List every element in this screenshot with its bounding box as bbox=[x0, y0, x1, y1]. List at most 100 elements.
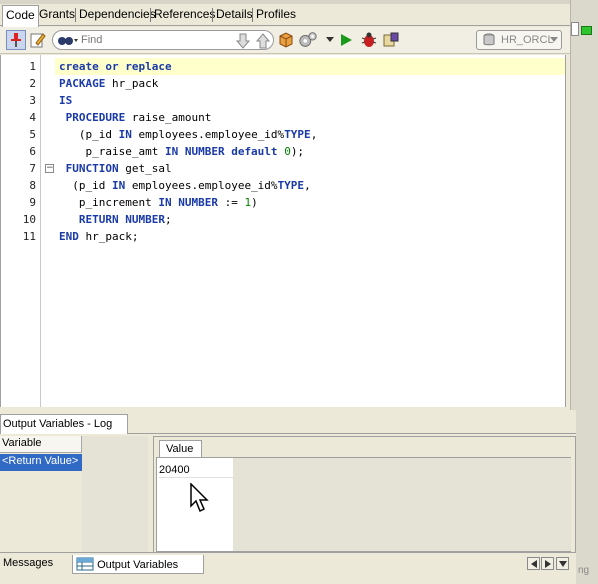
variables-list-empty-area bbox=[82, 436, 148, 558]
pin-icon bbox=[11, 33, 21, 47]
tab-bar-strip bbox=[0, 0, 570, 4]
editor-toolbar: HR_ORCL bbox=[0, 27, 570, 54]
code-line[interactable]: PROCEDURE raise_amount bbox=[59, 109, 212, 126]
code-line[interactable]: (p_id IN employees.employee_id%TYPE, bbox=[59, 126, 317, 143]
code-token: IN NUMBER default bbox=[164, 145, 278, 158]
tab-messages[interactable]: Messages bbox=[0, 555, 56, 574]
profile-button[interactable] bbox=[381, 30, 401, 50]
line-number: 2 bbox=[29, 77, 36, 90]
tab-details[interactable]: Details bbox=[213, 5, 256, 26]
profiler-icon bbox=[383, 32, 399, 47]
tab-profiles[interactable]: Profiles bbox=[253, 5, 299, 26]
tab-grants[interactable]: Grants bbox=[36, 5, 78, 26]
code-token: (p_id bbox=[59, 179, 112, 192]
return-value-cell[interactable]: 20400 bbox=[159, 464, 233, 478]
edit-button[interactable] bbox=[28, 30, 48, 50]
code-token: ); bbox=[290, 145, 305, 158]
gears-icon bbox=[299, 32, 317, 47]
value-area: 20400 bbox=[156, 457, 571, 552]
search-navigation bbox=[235, 33, 271, 52]
code-token: END bbox=[59, 230, 79, 243]
chevron-down-icon bbox=[558, 560, 567, 567]
find-previous-icon[interactable] bbox=[255, 33, 271, 49]
tab-list-dropdown-button[interactable] bbox=[556, 557, 569, 570]
code-token: IN NUMBER bbox=[158, 196, 218, 209]
code-token: ; bbox=[164, 213, 172, 226]
line-number: 9 bbox=[29, 196, 36, 209]
tab-code[interactable]: Code bbox=[2, 5, 39, 27]
chevron-down-icon bbox=[550, 37, 558, 42]
code-token: create or replace bbox=[59, 60, 172, 73]
bottom-tab-bar: Messages Output Variables bbox=[0, 552, 576, 576]
connection-name: HR_ORCL bbox=[501, 34, 554, 46]
line-number: 7 bbox=[29, 162, 36, 175]
value-empty-area bbox=[233, 458, 571, 551]
scroll-right-button[interactable] bbox=[541, 557, 554, 570]
code-line[interactable]: IS bbox=[59, 92, 72, 109]
find-input[interactable] bbox=[81, 33, 229, 47]
code-token: TYPE bbox=[284, 128, 311, 141]
code-line[interactable]: PACKAGE hr_pack bbox=[59, 75, 158, 92]
code-token: hr_pack bbox=[105, 77, 159, 90]
fold-toggle-icon[interactable]: − bbox=[45, 164, 54, 173]
code-token: TYPE bbox=[277, 179, 305, 192]
chevron-down-icon bbox=[326, 37, 334, 42]
connection-select[interactable]: HR_ORCL bbox=[476, 30, 562, 50]
tab-references[interactable]: References bbox=[151, 5, 218, 26]
code-token: , bbox=[310, 128, 318, 141]
code-line[interactable]: (p_id IN employees.employee_id%TYPE, bbox=[59, 177, 311, 194]
run-icon bbox=[341, 34, 352, 46]
code-token: ) bbox=[251, 196, 258, 209]
line-number: 11 bbox=[22, 230, 36, 243]
edit-icon bbox=[30, 33, 46, 48]
settings-dropdown-button[interactable] bbox=[298, 30, 318, 50]
code-line[interactable]: FUNCTION get_sal bbox=[59, 160, 172, 177]
code-line[interactable]: RETURN NUMBER; bbox=[59, 211, 172, 228]
line-number: 3 bbox=[29, 94, 36, 107]
code-token: hr_pack; bbox=[78, 230, 139, 243]
code-token: (p_id bbox=[59, 128, 119, 141]
code-token: RETURN NUMBER bbox=[59, 213, 165, 226]
find-search-box[interactable] bbox=[52, 30, 274, 50]
variable-column-header[interactable]: Variable bbox=[0, 436, 82, 453]
pin-button[interactable] bbox=[6, 30, 26, 50]
line-number: 6 bbox=[29, 145, 36, 158]
code-line[interactable]: p_increment IN NUMBER := 1) bbox=[59, 194, 258, 211]
code-token: raise_amount bbox=[125, 111, 212, 124]
output-panel-tab-bar: Output Variables - Log bbox=[0, 410, 576, 434]
tab-output-variables[interactable]: Output Variables bbox=[72, 555, 204, 574]
bug-icon bbox=[361, 32, 377, 47]
arrow-right-icon bbox=[544, 559, 551, 568]
find-next-icon[interactable] bbox=[235, 33, 251, 49]
editor-tab-bar: Code Grants Dependencies References Deta… bbox=[0, 0, 570, 27]
mouse-cursor-icon bbox=[190, 483, 209, 513]
code-line[interactable]: create or replace bbox=[59, 58, 172, 75]
code-token: p_raise_amt bbox=[59, 145, 165, 158]
scroll-left-button[interactable] bbox=[527, 557, 540, 570]
output-panel: Output Variables - Log Variable <Return … bbox=[0, 410, 576, 584]
tab-output-variables-label: Output Variables bbox=[97, 559, 179, 571]
code-editor[interactable]: 1 2 3 4 5 6 7 8 9 10 11 create or replace PACKAGE h… bbox=[0, 55, 566, 407]
code-token: FUNCTION bbox=[59, 162, 119, 175]
variable-row-return-value[interactable]: <Return Value> bbox=[0, 454, 82, 471]
debug-button[interactable] bbox=[359, 30, 379, 50]
line-number: 10 bbox=[22, 213, 36, 226]
tab-dependencies[interactable]: Dependencies bbox=[76, 5, 159, 26]
tab-output-variables-log[interactable]: Output Variables - Log bbox=[0, 414, 128, 434]
run-button[interactable] bbox=[336, 30, 356, 50]
status-ok-indicator bbox=[581, 26, 592, 35]
code-token: employees.employee_id% bbox=[125, 179, 278, 192]
tab-value[interactable]: Value bbox=[159, 440, 202, 458]
value-viewer: Value 20400 bbox=[153, 436, 576, 558]
code-token: employees.employee_id% bbox=[131, 128, 285, 141]
code-token: 0 bbox=[284, 145, 291, 158]
code-token: , bbox=[304, 179, 311, 192]
code-token: IN bbox=[118, 128, 132, 141]
database-icon bbox=[483, 33, 495, 46]
arrow-left-icon bbox=[530, 559, 537, 568]
code-line[interactable]: p_raise_amt IN NUMBER default 0); bbox=[59, 143, 304, 160]
package-button[interactable] bbox=[276, 30, 296, 50]
scroll-marker bbox=[571, 22, 579, 36]
line-number: 8 bbox=[29, 179, 36, 192]
code-line[interactable]: END hr_pack; bbox=[59, 228, 138, 245]
